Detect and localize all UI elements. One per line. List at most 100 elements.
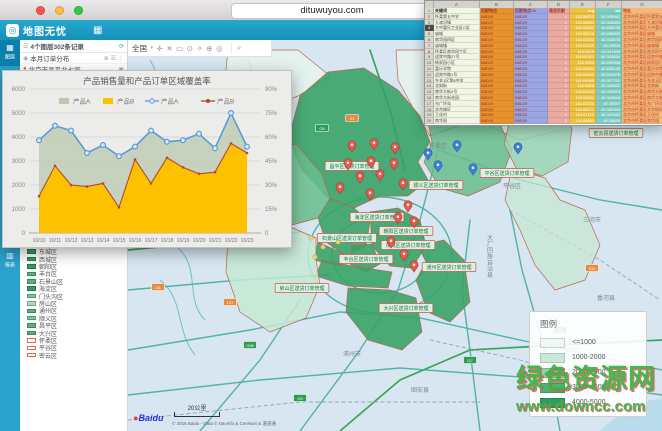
data-point[interactable] bbox=[86, 185, 89, 188]
data-point[interactable] bbox=[118, 206, 121, 209]
data-point[interactable] bbox=[85, 151, 90, 156]
data-point[interactable] bbox=[197, 131, 202, 136]
district-row-平谷区[interactable]: 平谷区 bbox=[20, 344, 127, 351]
url-bar[interactable]: dituwuyou.com bbox=[231, 3, 433, 19]
map-region-badge[interactable]: 石景山区送货订单管理 bbox=[318, 234, 377, 243]
sheet-col-B[interactable]: B bbox=[480, 1, 514, 8]
district-swatch bbox=[27, 331, 36, 336]
sheet-cell[interactable]: B8D29 bbox=[514, 118, 548, 124]
buffer-tool-icon[interactable]: ⊕ bbox=[206, 44, 212, 53]
sheet-col-E[interactable]: E bbox=[570, 1, 596, 8]
sheet-col-C[interactable]: C bbox=[514, 1, 548, 8]
sheet-cell[interactable]: 南华园 bbox=[434, 118, 480, 124]
map-dot-marker[interactable] bbox=[321, 245, 325, 249]
window-close-button[interactable] bbox=[36, 6, 45, 15]
refresh-icon[interactable]: ⟳ bbox=[119, 43, 124, 50]
data-point[interactable] bbox=[150, 182, 153, 185]
district-row-丰台区[interactable]: 丰台区 bbox=[20, 270, 127, 277]
district-row-怀柔区[interactable]: 怀柔区 bbox=[20, 337, 127, 344]
district-row-顺义区[interactable]: 顺义区 bbox=[20, 315, 127, 322]
target-icon[interactable]: ⊕ bbox=[104, 55, 109, 62]
data-point[interactable] bbox=[37, 138, 42, 143]
map-region-badge[interactable]: 丰台区送货订单管理 bbox=[339, 255, 393, 264]
circle-tool-icon[interactable]: ◎ bbox=[216, 44, 223, 53]
data-point[interactable] bbox=[70, 184, 73, 187]
data-point[interactable] bbox=[181, 138, 186, 143]
map-dot-marker[interactable] bbox=[309, 236, 313, 240]
sheet-cell[interactable]: 40.20629 bbox=[596, 118, 622, 124]
district-row-昌平区[interactable]: 昌平区 bbox=[20, 322, 127, 329]
map-region-badge[interactable]: 平谷区送货订单管理 bbox=[480, 169, 534, 178]
data-point[interactable] bbox=[166, 157, 169, 160]
data-point[interactable] bbox=[149, 128, 154, 133]
data-point[interactable] bbox=[54, 165, 57, 168]
map-region-badge[interactable]: 朝阳区送货订单管理 bbox=[379, 227, 433, 236]
rail-tab-图层[interactable]: ▦图层 bbox=[0, 40, 20, 66]
rail-tab-报表[interactable]: ▥报表 bbox=[0, 248, 20, 274]
eye-icon[interactable]: ◉ bbox=[23, 55, 28, 62]
map-city-label: 固安县 bbox=[411, 386, 429, 394]
district-row-大兴区[interactable]: 大兴区 bbox=[20, 329, 127, 336]
data-point[interactable] bbox=[69, 128, 74, 133]
district-row-西城区[interactable]: 西城区 bbox=[20, 255, 127, 262]
share-tool-icon[interactable]: ✧ bbox=[197, 44, 203, 53]
apps-grid-icon[interactable]: ▦ bbox=[93, 25, 102, 36]
district-row-通州区[interactable]: 通州区 bbox=[20, 307, 127, 314]
data-point[interactable] bbox=[165, 139, 170, 144]
chart-window[interactable]: 产品销售量和产品订单区域覆盖率 600090%500075%400060%300… bbox=[2, 70, 292, 248]
district-row-海淀区[interactable]: 海淀区 bbox=[20, 285, 127, 292]
data-point[interactable] bbox=[101, 143, 106, 148]
district-row-房山区[interactable]: 房山区 bbox=[20, 300, 127, 307]
sheet-cell[interactable]: 116.68963 bbox=[570, 118, 596, 124]
pan-tool-icon[interactable]: ✛ bbox=[157, 44, 163, 53]
data-point[interactable] bbox=[229, 111, 234, 116]
region-selector[interactable]: 全国 bbox=[132, 43, 147, 54]
frame-tool-icon[interactable]: ▭ bbox=[176, 44, 183, 53]
district-row-朝阳区[interactable]: 朝阳区 bbox=[20, 263, 127, 270]
district-row-石景山区[interactable]: 石景山区 bbox=[20, 278, 127, 285]
map-region-badge[interactable]: 通州区送货订单管理 bbox=[422, 263, 476, 272]
sheet-row-number[interactable]: 20 bbox=[425, 118, 434, 124]
data-point[interactable] bbox=[245, 144, 250, 149]
more-icon[interactable]: ⋮ bbox=[118, 55, 124, 62]
sheet-cell[interactable]: B8D29 bbox=[480, 118, 514, 124]
district-row-门头沟区[interactable]: 门头沟区 bbox=[20, 292, 127, 299]
sheet-col-G[interactable]: G bbox=[622, 1, 662, 8]
data-point[interactable] bbox=[38, 195, 41, 198]
map-region-badge[interactable]: 大兴区送货订单管理 bbox=[379, 304, 433, 313]
data-point[interactable] bbox=[102, 182, 105, 185]
sheet-cell[interactable]: 1 bbox=[548, 118, 570, 124]
sheet-col-F[interactable]: F bbox=[596, 1, 622, 8]
marker-tool-icon[interactable]: ⊙ bbox=[187, 44, 193, 53]
data-point[interactable] bbox=[133, 144, 138, 149]
sheet-cell[interactable]: 北京市怀柔区南华园 bbox=[622, 118, 662, 124]
data-point[interactable] bbox=[214, 171, 217, 174]
data-point[interactable] bbox=[117, 154, 122, 159]
menu-icon[interactable]: ☰ bbox=[23, 43, 28, 50]
window-minimize-button[interactable] bbox=[55, 6, 64, 15]
sheet-col-A[interactable]: A bbox=[434, 1, 480, 8]
district-row-东城区[interactable]: 东城区 bbox=[20, 248, 127, 255]
map-region-badge[interactable]: 顺义区送货订单管理 bbox=[409, 181, 463, 190]
search-icon[interactable]: ⌕ bbox=[231, 43, 241, 53]
data-point[interactable] bbox=[230, 142, 233, 145]
map-region-badge[interactable]: 房山区送货订单管理 bbox=[275, 284, 329, 293]
data-point[interactable] bbox=[182, 166, 185, 169]
district-row-密云区[interactable]: 密云区 bbox=[20, 351, 127, 358]
clear-tool-icon[interactable]: ✕ bbox=[166, 44, 172, 53]
data-point[interactable] bbox=[213, 146, 218, 151]
map-dot-marker[interactable] bbox=[336, 240, 340, 244]
data-point[interactable] bbox=[53, 123, 58, 128]
data-point[interactable] bbox=[134, 158, 137, 161]
spreadsheet-window[interactable]: ABCDEFG1关键词匹配地点匹配地点-%是否匹配lnglat地址2怀柔第五中学… bbox=[424, 0, 662, 126]
map-dot-marker[interactable] bbox=[313, 255, 317, 259]
window-zoom-button[interactable] bbox=[74, 6, 83, 15]
sheet-corner[interactable] bbox=[425, 1, 434, 8]
layer-row-orders[interactable]: ◉ 本月订单分布 ⊕ ☰ ⋮ bbox=[20, 53, 127, 64]
data-point[interactable] bbox=[198, 173, 201, 176]
list-icon[interactable]: ☰ bbox=[111, 55, 116, 62]
map-region-badge[interactable]: 密云县送货订单管理 bbox=[589, 129, 643, 138]
svg-text:G7: G7 bbox=[467, 358, 473, 363]
data-point[interactable] bbox=[246, 152, 249, 155]
sheet-col-D[interactable]: D bbox=[548, 1, 570, 8]
